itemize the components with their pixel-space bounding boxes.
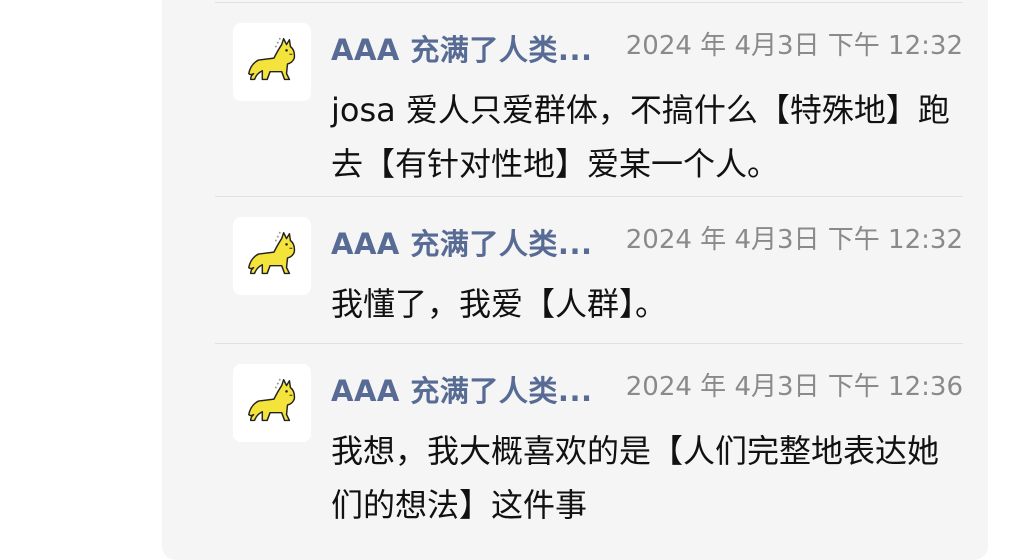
message-text: 我想，我大概喜欢的是【人们完整地表达她们的想法】这件事	[331, 432, 940, 524]
message-time: 2024 年 4月3日 下午 12:32	[625, 225, 963, 255]
message-item[interactable]: AAA 充满了人类... 2024 年 4月3日 下午 12:32 josa 爱…	[215, 2, 963, 196]
sender-name[interactable]: AAA 充满了人类...	[331, 368, 621, 410]
message-time: 2024 年 4月3日 下午 12:32	[625, 31, 963, 61]
yellow-cat-icon	[248, 231, 296, 275]
sender-name[interactable]: AAA 充满了人类...	[331, 221, 621, 263]
sender-name[interactable]: AAA 充满了人类...	[331, 27, 621, 69]
message-text: josa 爱人只爱群体，不搞什么【特殊地】跑去【有针对性地】爱某一个人。	[331, 91, 950, 183]
message-item[interactable]: AAA 充满了人类... 2024 年 4月3日 下午 12:36 我想，我大概…	[215, 343, 963, 538]
message-item[interactable]: AAA 充满了人类... 2024 年 4月3日 下午 12:32 我懂了，我爱…	[215, 196, 963, 343]
yellow-cat-icon	[248, 37, 296, 81]
avatar[interactable]	[233, 364, 311, 442]
avatar[interactable]	[233, 23, 311, 101]
avatar[interactable]	[233, 217, 311, 295]
message-time: 2024 年 4月3日 下午 12:36	[625, 372, 963, 402]
message-text: 我懂了，我爱【人群】。	[331, 285, 668, 323]
yellow-cat-icon	[248, 378, 296, 422]
